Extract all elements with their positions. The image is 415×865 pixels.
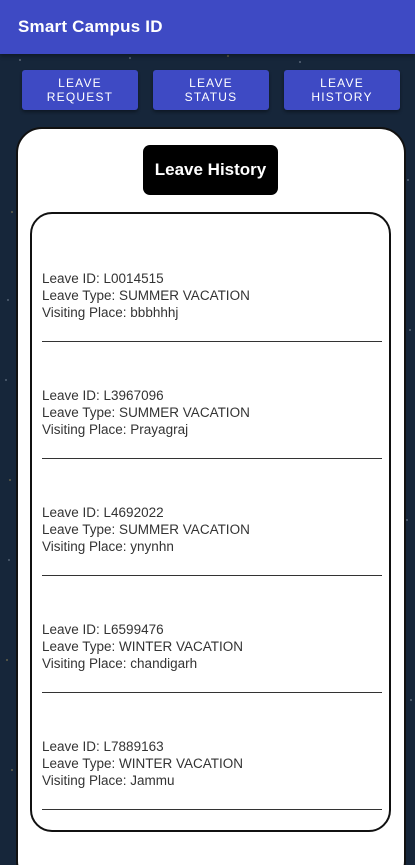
list-item: Leave ID: L6599476 Leave Type: WINTER VA… bbox=[42, 576, 382, 693]
leave-type: Leave Type: WINTER VACATION bbox=[42, 639, 244, 654]
leave-type: Leave Type: WINTER VACATION bbox=[42, 756, 244, 771]
leave-id: Leave ID: L0014515 bbox=[42, 271, 164, 286]
leave-type: Leave Type: SUMMER VACATION bbox=[42, 405, 250, 420]
visiting-place: Visiting Place: bbbhhhj bbox=[42, 305, 179, 320]
visiting-place: Visiting Place: ynynhn bbox=[42, 539, 174, 554]
app-title: Smart Campus ID bbox=[18, 17, 163, 36]
leave-id: Leave ID: L3967096 bbox=[42, 388, 164, 403]
list-item: Leave ID: L3967096 Leave Type: SUMMER VA… bbox=[42, 342, 382, 459]
leave-type: Leave Type: SUMMER VACATION bbox=[42, 288, 250, 303]
leave-history-button[interactable]: LEAVE HISTORY bbox=[284, 70, 400, 110]
leave-id: Leave ID: L7889163 bbox=[42, 739, 164, 754]
leave-history-list[interactable]: Leave ID: L0014515 Leave Type: SUMMER VA… bbox=[30, 212, 391, 832]
leave-status-button[interactable]: LEAVE STATUS bbox=[153, 70, 269, 110]
list-item: Leave ID: L0014515 Leave Type: SUMMER VA… bbox=[42, 225, 382, 342]
visiting-place: Visiting Place: Jammu bbox=[42, 773, 175, 788]
leave-type: Leave Type: SUMMER VACATION bbox=[42, 522, 250, 537]
visiting-place: Visiting Place: Prayagraj bbox=[42, 422, 189, 437]
list-item: Leave ID: L7889163 Leave Type: WINTER VA… bbox=[42, 693, 382, 810]
leave-id: Leave ID: L6599476 bbox=[42, 622, 164, 637]
list-item: Leave ID: L4692022 Leave Type: SUMMER VA… bbox=[42, 459, 382, 576]
leave-id: Leave ID: L4692022 bbox=[42, 505, 164, 520]
leave-request-button[interactable]: LEAVE REQUEST bbox=[22, 70, 138, 110]
visiting-place: Visiting Place: chandigarh bbox=[42, 656, 198, 671]
app-bar: Smart Campus ID bbox=[0, 0, 415, 54]
leave-history-heading-button[interactable]: Leave History bbox=[143, 145, 278, 195]
